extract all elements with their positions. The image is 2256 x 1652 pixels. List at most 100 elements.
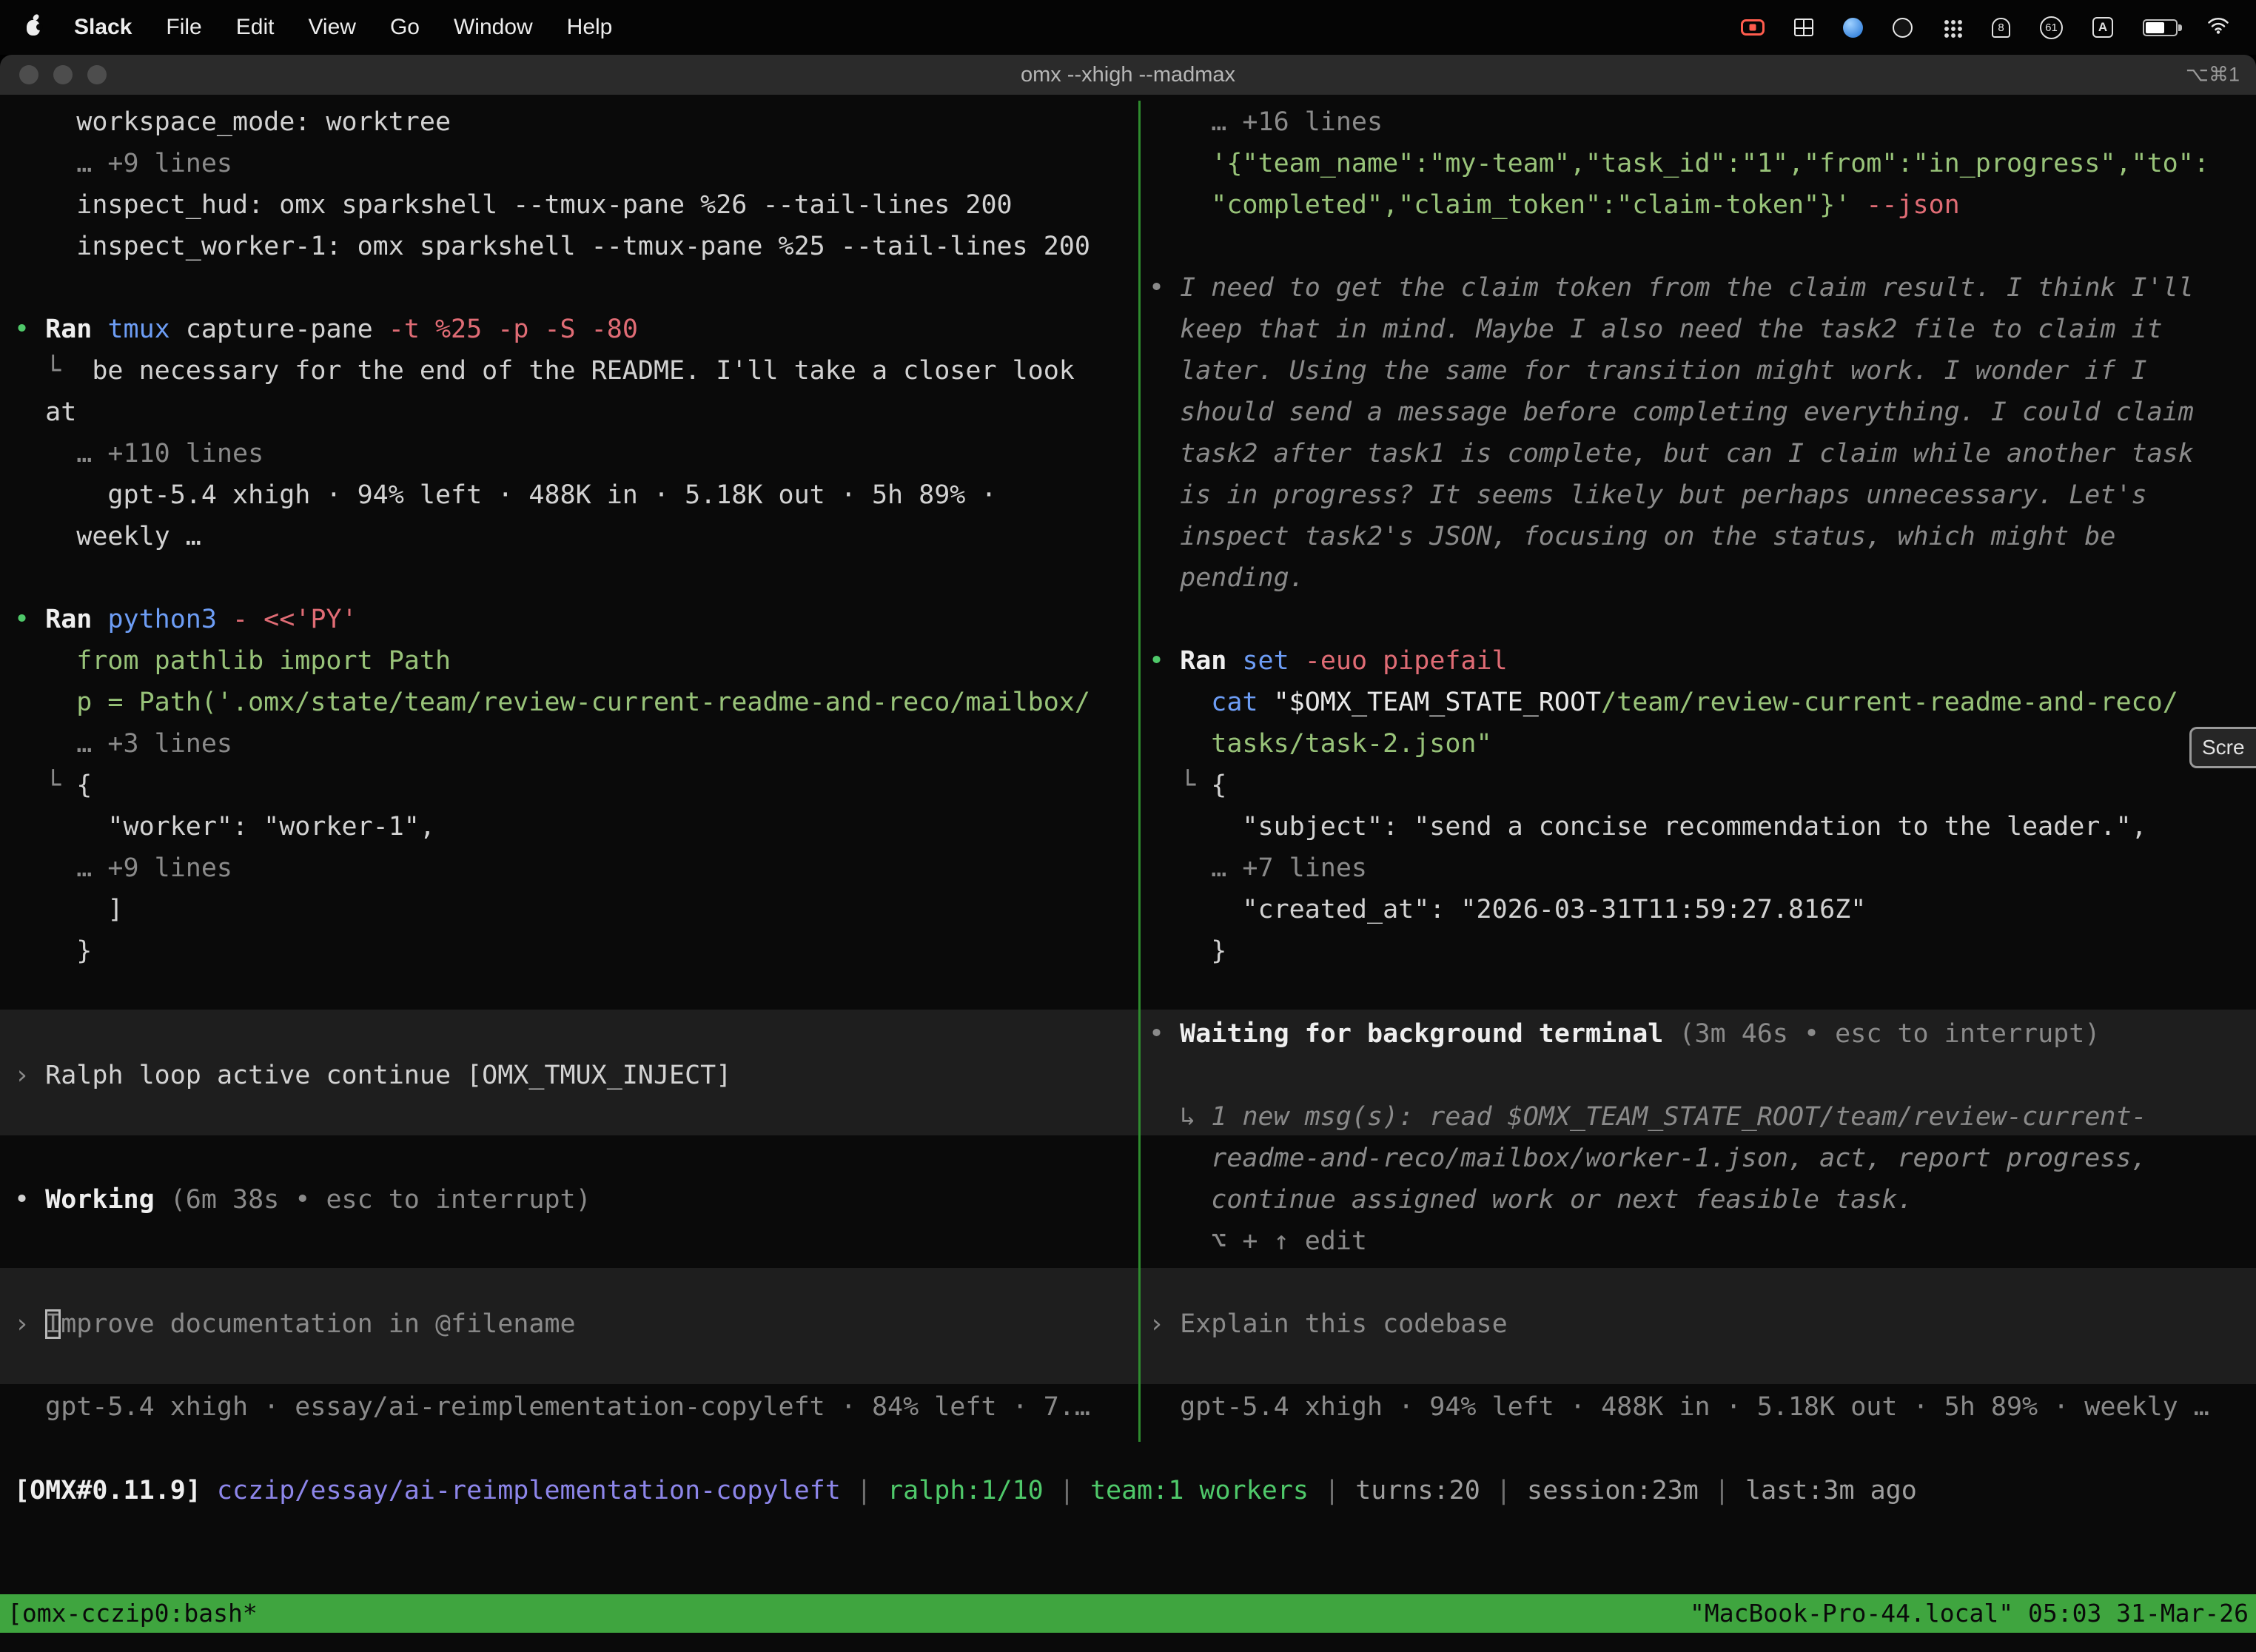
thinking-line: inspect task2's JSON, focusing on the st… <box>1149 516 2256 557</box>
corner-icon: └ <box>14 770 76 800</box>
blank-line <box>14 557 1133 599</box>
tmux-host-clock: "MacBook-Pro-44.local" 05:03 31-Mar-26 <box>1690 1594 2249 1633</box>
separator: | <box>1480 1476 1527 1505</box>
reply-arrow-icon: ↳ <box>1149 1102 1211 1132</box>
path-string: /team/review-current-readme-and-reco/ <box>1601 688 2178 717</box>
blank-line <box>1149 1055 2256 1096</box>
corner-icon: └ <box>14 356 92 386</box>
blue-app-icon[interactable] <box>1843 18 1863 38</box>
blank-line <box>14 1345 1133 1386</box>
tmux-pane-divider[interactable] <box>1138 101 1141 1442</box>
prompt-placeholder: Explain this codebase <box>1180 1309 1508 1339</box>
tmux-status-bar: [omx-cczip0:bash* "MacBook-Pro-44.local"… <box>0 1594 2256 1633</box>
badge-61-icon[interactable]: 61 <box>2040 16 2063 39</box>
screen-overlay-button[interactable]: Scre <box>2189 727 2256 768</box>
wifi-icon[interactable] <box>2207 15 2229 40</box>
ran-command-line: • Ran python3 - <<'PY' <box>14 599 1133 640</box>
bullet-icon: • <box>1149 273 1180 303</box>
blank-line <box>14 1096 1133 1138</box>
mailbox-message-text: 1 new msg(s): read $OMX_TEAM_STATE_ROOT/… <box>1211 1102 2146 1132</box>
separator: | <box>1699 1476 1745 1505</box>
text-cursor: I <box>45 1309 61 1339</box>
omx-status-line: [OMX#0.11.9] cczip/essay/ai-reimplementa… <box>14 1470 1917 1511</box>
bullet-icon: • <box>14 315 45 344</box>
grid-icon[interactable] <box>1794 19 1813 36</box>
command-json-line: "completed","claim_token":"claim-token"}… <box>1149 184 2256 226</box>
bullet-icon: • <box>1149 646 1180 676</box>
working-label: Working <box>45 1185 170 1215</box>
tmux-pane-right[interactable]: … +16 lines '{"team_name":"my-team","tas… <box>1149 101 2256 1428</box>
ralph-loop-status-line: › Ralph loop active continue [OMX_TMUX_I… <box>14 1055 1133 1096</box>
menu-window[interactable]: Window <box>454 15 533 40</box>
blank-line <box>14 1013 1133 1055</box>
screen-recording-indicator-icon[interactable] <box>1741 19 1765 36</box>
battery-icon[interactable] <box>2143 19 2178 36</box>
blank-line <box>14 1138 1133 1179</box>
output-text: { <box>1211 770 1226 800</box>
round-app-icon[interactable] <box>1893 18 1913 38</box>
command-args: -euo pipefail <box>1305 646 1508 676</box>
command-name: tmux <box>107 315 185 344</box>
command-line: cat "$OMX_TEAM_STATE_ROOT/team/review-cu… <box>1149 682 2256 723</box>
heredoc-line: p = Path('.omx/state/team/review-current… <box>14 682 1133 723</box>
prompt-arrow-icon: › <box>1149 1309 1180 1339</box>
command-output-line: "subject": "send a concise recommendatio… <box>1149 806 2256 847</box>
prompt-input-line[interactable]: › Explain this codebase <box>1149 1303 2256 1345</box>
separator: | <box>841 1476 887 1505</box>
menu-edit[interactable]: Edit <box>236 15 275 40</box>
collapsed-lines-indicator: … +9 lines <box>14 847 1133 889</box>
collapsed-lines-indicator: … +9 lines <box>14 143 1133 184</box>
tmux-session-window: [omx-cczip0:bash* <box>7 1594 258 1633</box>
collapsed-lines-indicator: … +3 lines <box>14 723 1133 765</box>
waiting-status-line: • Waiting for background terminal (3m 46… <box>1149 1013 2256 1055</box>
blank-line <box>14 1262 1133 1303</box>
ran-label: Ran <box>45 315 107 344</box>
terminal-line: inspect_worker-1: omx sparkshell --tmux-… <box>14 226 1133 267</box>
edit-hint-line: ⌥ + ↑ edit <box>1149 1220 2256 1262</box>
input-source-icon[interactable]: A <box>2092 17 2113 38</box>
menu-go[interactable]: Go <box>390 15 420 40</box>
command-flag: --json <box>1866 190 1959 220</box>
mailbox-message-line: readme-and-reco/mailbox/worker-1.json, a… <box>1149 1138 2256 1179</box>
command-output-line: at <box>14 392 1133 433</box>
command-output-line: } <box>14 930 1133 972</box>
thinking-text: I need to get the claim token from the c… <box>1180 273 2194 303</box>
command-args: - <<'PY' <box>232 605 357 634</box>
corner-icon: └ <box>1149 770 1211 800</box>
menu-file[interactable]: File <box>166 15 201 40</box>
command-args: -t %25 -p -S -80 <box>389 315 638 344</box>
separator: | <box>1309 1476 1355 1505</box>
prompt-input-line[interactable]: › Improve documentation in @filename <box>14 1303 1133 1345</box>
command-json-line: '{"team_name":"my-team","task_id":"1","f… <box>1149 143 2256 184</box>
command-output-line: "created_at": "2026-03-31T11:59:27.816Z" <box>1149 889 2256 930</box>
thinking-line: is in progress? It seems likely but perh… <box>1149 474 2256 516</box>
blank-line <box>1149 226 2256 267</box>
thinking-line: pending. <box>1149 557 2256 599</box>
command-output-line: └ { <box>1149 765 2256 806</box>
menu-help[interactable]: Help <box>567 15 613 40</box>
json-text: "completed","claim_token":"claim-token"}… <box>1149 190 1866 220</box>
command-name: set <box>1242 646 1304 676</box>
team-workers: team:1 workers <box>1090 1476 1309 1505</box>
menu-app-name[interactable]: Slack <box>74 15 132 40</box>
ran-command-line: • Ran tmux capture-pane -t %25 -p -S -80 <box>14 309 1133 350</box>
waiting-meta: (3m 46s • esc to interrupt) <box>1679 1019 2100 1049</box>
blank-line <box>1149 972 2256 1013</box>
ghost-icon[interactable]: 8 <box>1992 18 2010 38</box>
command-output-line: weekly … <box>14 516 1133 557</box>
prompt-arrow-icon: › <box>14 1061 45 1090</box>
tmux-pane-left[interactable]: workspace_mode: worktree … +9 lines insp… <box>14 101 1133 1428</box>
menu-status-icons: 8 61 A <box>1741 15 2229 40</box>
dots-grid-icon[interactable] <box>1942 18 1962 38</box>
apple-menu-icon[interactable] <box>27 20 40 36</box>
window-title-bar: omx --xhigh --madmax ⌥⌘1 <box>0 55 2256 95</box>
turns-counter: turns:20 <box>1355 1476 1480 1505</box>
command-name: cat <box>1211 688 1273 717</box>
menu-view[interactable]: View <box>308 15 355 40</box>
blank-line <box>1149 599 2256 640</box>
mailbox-message-line: continue assigned work or next feasible … <box>1149 1179 2256 1220</box>
thinking-line: should send a message before completing … <box>1149 392 2256 433</box>
working-status-line: • Working (6m 38s • esc to interrupt) <box>14 1179 1133 1220</box>
last-activity: last:3m ago <box>1745 1476 1917 1505</box>
thinking-line: • I need to get the claim token from the… <box>1149 267 2256 309</box>
